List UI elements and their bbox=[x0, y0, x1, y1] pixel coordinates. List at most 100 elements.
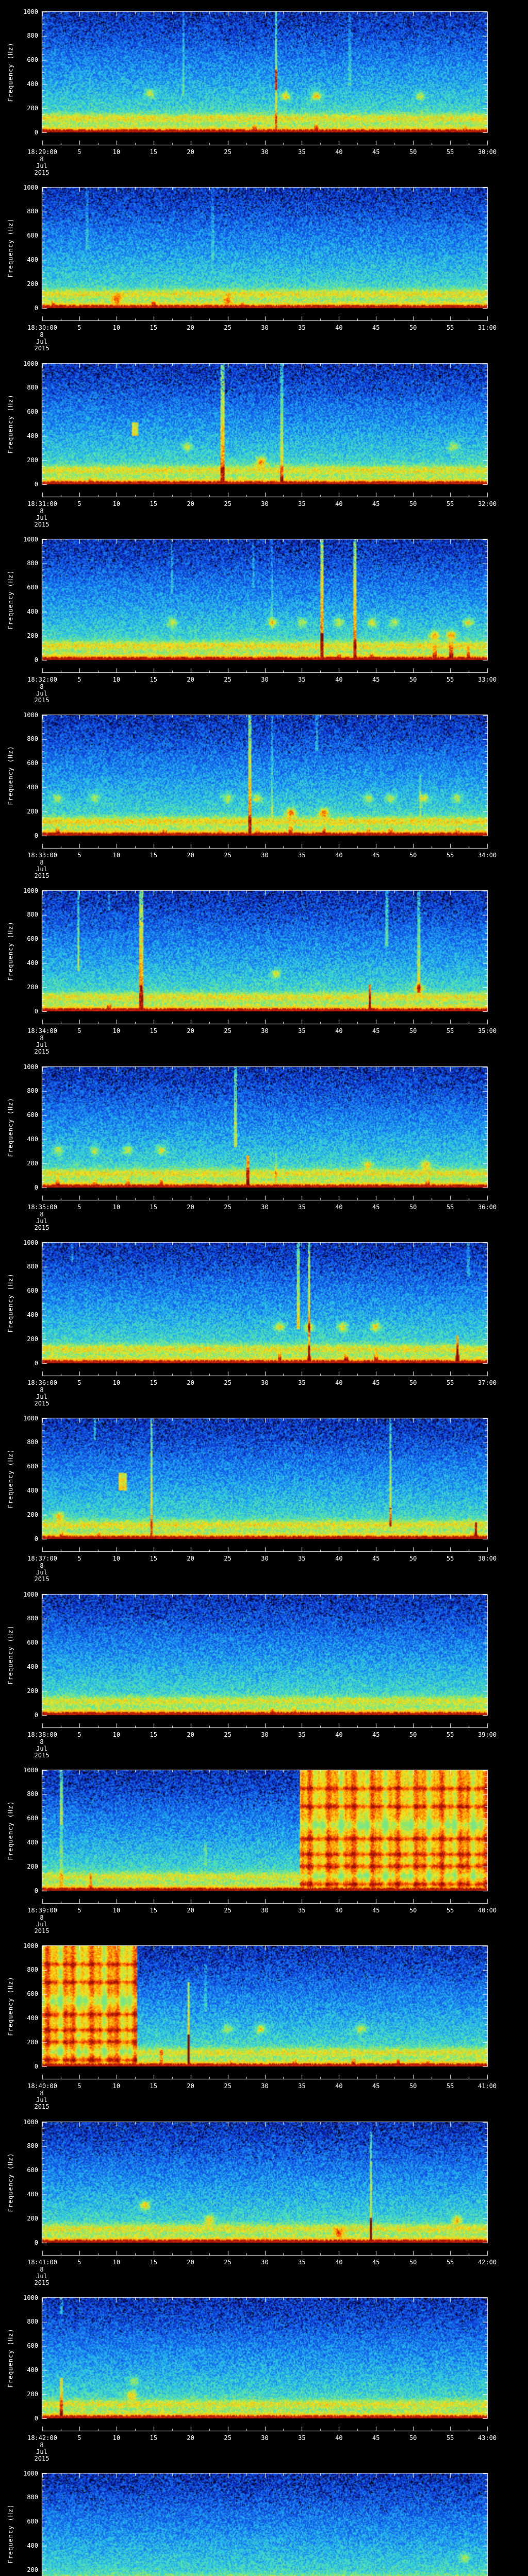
y-axis-title: Frequency (Hz) bbox=[7, 218, 14, 278]
y-tick-label: 1000 bbox=[23, 360, 38, 367]
x-tick-label: 50 bbox=[409, 1731, 417, 1738]
y-tick-label: 200 bbox=[27, 2038, 38, 2046]
x-tick-label: 50 bbox=[409, 1907, 417, 1914]
x-tick-label: 25 bbox=[224, 148, 232, 156]
spectrogram-panel: Frequency (Hz) 1000 800 600 400 200 0 18:39:00 5… bbox=[0, 1758, 528, 1934]
x-tick-label: 10 bbox=[112, 676, 121, 683]
spectrogram-panel: Frequency (Hz) 1000 800 600 400 200 0 18:40:00 5… bbox=[0, 1934, 528, 2110]
y-tick-label: 0 bbox=[34, 304, 38, 312]
x-start-time-label: 18:33:00 bbox=[27, 852, 57, 859]
y-tick-label: 800 bbox=[27, 560, 38, 567]
x-tick-label: 40 bbox=[335, 1379, 343, 1386]
x-tick-label: 5 bbox=[77, 1027, 81, 1035]
x-tick-label: 5 bbox=[77, 324, 81, 331]
y-axis-title: Frequency (Hz) bbox=[7, 2328, 14, 2388]
x-tick-label: 45 bbox=[372, 676, 380, 683]
date-year-label: 2015 bbox=[34, 2455, 50, 2462]
x-start-time-label: 18:32:00 bbox=[27, 676, 57, 683]
x-tick-label: 50 bbox=[409, 2082, 417, 2090]
x-tick-label: 5 bbox=[77, 1204, 81, 1211]
y-tick-label: 600 bbox=[27, 584, 38, 591]
x-tick-label: 40 bbox=[335, 852, 343, 859]
x-tick-label: 50 bbox=[409, 2259, 417, 2266]
x-tick-label: 10 bbox=[112, 1731, 121, 1738]
x-tick-label: 30 bbox=[261, 148, 269, 156]
x-tick-label: 5 bbox=[77, 2082, 81, 2090]
x-tick-label: 25 bbox=[224, 2259, 232, 2266]
x-tick-label: 45 bbox=[372, 324, 380, 331]
x-tick-label: 10 bbox=[112, 2082, 121, 2090]
x-tick-label: 45 bbox=[372, 148, 380, 156]
y-tick-label: 0 bbox=[34, 2239, 38, 2246]
y-tick-label: 800 bbox=[27, 735, 38, 743]
x-tick-label: 25 bbox=[224, 1907, 232, 1914]
x-tick-label: 35 bbox=[298, 1907, 306, 1914]
x-start-time-label: 18:35:00 bbox=[27, 1204, 57, 1211]
x-tick-label: 25 bbox=[224, 1731, 232, 1738]
y-tick-label: 0 bbox=[34, 128, 38, 136]
x-start-time-label: 18:39:00 bbox=[27, 1907, 57, 1914]
x-tick-label: 15 bbox=[150, 1731, 157, 1738]
x-start-time-label: 18:40:00 bbox=[27, 2082, 57, 2090]
x-end-time-label: 33:00 bbox=[477, 676, 497, 683]
y-tick-label: 0 bbox=[34, 2062, 38, 2070]
y-tick-label: 400 bbox=[27, 1486, 38, 1494]
y-axis-title: Frequency (Hz) bbox=[7, 394, 14, 454]
x-tick-label: 5 bbox=[77, 500, 81, 507]
date-year-label: 2015 bbox=[34, 1752, 50, 1759]
y-tick-label: 0 bbox=[34, 1007, 38, 1015]
x-tick-label: 55 bbox=[446, 1379, 454, 1386]
y-tick-label: 0 bbox=[34, 1183, 38, 1191]
x-tick-label: 40 bbox=[335, 2082, 343, 2090]
spectrogram-panel: Frequency (Hz) 1000 800 600 400 200 0 18:33:00 5… bbox=[0, 703, 528, 879]
x-tick-label: 45 bbox=[372, 1555, 380, 1562]
x-tick-label: 45 bbox=[372, 500, 380, 507]
x-tick-label: 20 bbox=[187, 852, 194, 859]
y-tick-label: 200 bbox=[27, 1159, 38, 1167]
x-tick-label: 35 bbox=[298, 1204, 306, 1211]
y-tick-label: 800 bbox=[27, 384, 38, 392]
x-tick-label: 15 bbox=[150, 2259, 157, 2266]
x-tick-label: 50 bbox=[409, 324, 417, 331]
x-tick-label: 35 bbox=[298, 2082, 306, 2090]
spectrogram-panel: Frequency (Hz) 1000 800 600 400 200 0 18:34:00 5… bbox=[0, 879, 528, 1055]
x-end-time-label: 36:00 bbox=[477, 1204, 497, 1211]
spectrogram-plot bbox=[0, 2462, 528, 2576]
date-year-label: 2015 bbox=[34, 872, 50, 879]
y-tick-label: 200 bbox=[27, 2390, 38, 2398]
y-tick-label: 0 bbox=[34, 480, 38, 488]
x-start-time-label: 18:34:00 bbox=[27, 1027, 57, 1035]
y-tick-label: 200 bbox=[27, 1687, 38, 1694]
x-tick-label: 5 bbox=[77, 148, 81, 156]
x-tick-label: 10 bbox=[112, 1555, 121, 1562]
x-tick-label: 45 bbox=[372, 2082, 380, 2090]
y-tick-label: 1000 bbox=[23, 1590, 38, 1598]
x-tick-label: 45 bbox=[372, 1907, 380, 1914]
x-tick-label: 50 bbox=[409, 148, 417, 156]
y-tick-label: 1000 bbox=[23, 1239, 38, 1246]
x-tick-label: 40 bbox=[335, 148, 343, 156]
y-tick-label: 600 bbox=[27, 2518, 38, 2526]
x-tick-label: 30 bbox=[261, 1379, 269, 1386]
x-tick-label: 5 bbox=[77, 1907, 81, 1914]
y-tick-label: 1000 bbox=[23, 2294, 38, 2301]
y-tick-label: 600 bbox=[27, 1111, 38, 1119]
x-start-time-label: 18:41:00 bbox=[27, 2259, 57, 2266]
x-tick-label: 35 bbox=[298, 1379, 306, 1386]
spectrogram-panel: Frequency (Hz) 1000 800 600 400 200 0 18:35:00 5… bbox=[0, 1055, 528, 1231]
y-axis-title: Frequency (Hz) bbox=[7, 1625, 14, 1685]
x-tick-label: 55 bbox=[446, 1555, 454, 1562]
y-tick-label: 200 bbox=[27, 104, 38, 112]
x-tick-label: 40 bbox=[335, 1204, 343, 1211]
x-tick-label: 50 bbox=[409, 500, 417, 507]
x-tick-label: 55 bbox=[446, 1204, 454, 1211]
y-tick-label: 800 bbox=[27, 1790, 38, 1798]
x-tick-label: 50 bbox=[409, 1027, 417, 1035]
x-tick-label: 55 bbox=[446, 852, 454, 859]
spectrogram-panel: Frequency (Hz) 1000 800 600 400 200 0 18:31:00 5… bbox=[0, 352, 528, 528]
x-tick-label: 30 bbox=[261, 500, 269, 507]
y-tick-label: 600 bbox=[27, 56, 38, 64]
y-tick-label: 200 bbox=[27, 1335, 38, 1343]
x-tick-label: 10 bbox=[112, 1027, 121, 1035]
x-tick-label: 40 bbox=[335, 1907, 343, 1914]
